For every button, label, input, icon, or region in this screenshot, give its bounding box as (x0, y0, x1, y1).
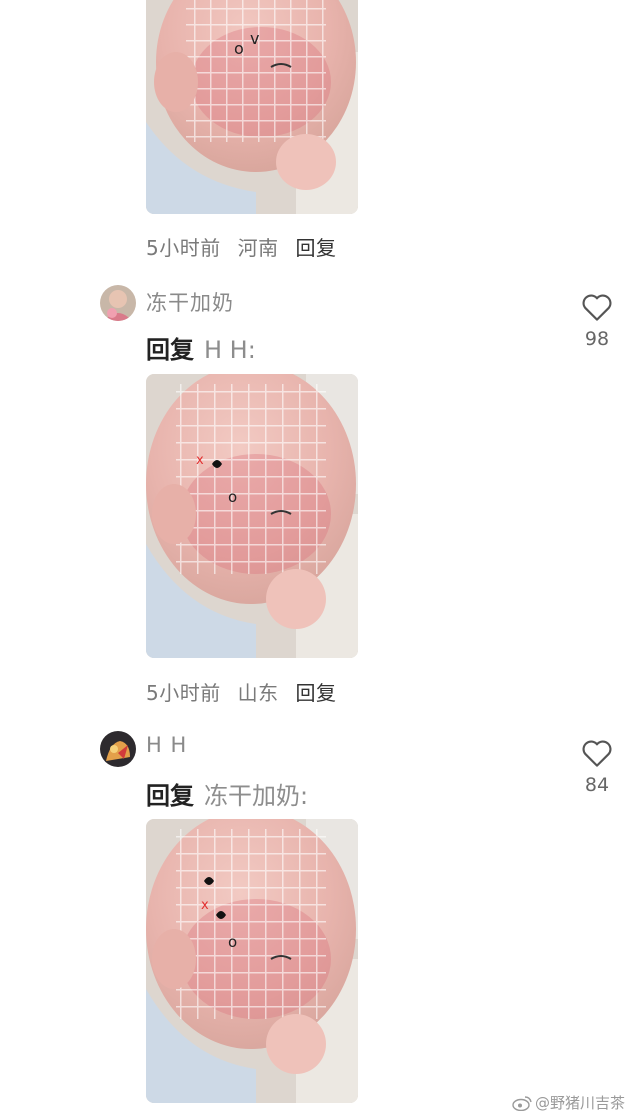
comment-meta: 5小时前 河南 回复 (146, 232, 346, 261)
comment-username[interactable]: H H (146, 733, 187, 757)
reply-target-name[interactable]: H H: (204, 336, 256, 364)
comment-photo[interactable]: o v (146, 0, 358, 214)
heart-icon[interactable] (581, 292, 613, 322)
comment-meta: 5小时前 山东 回复 (146, 677, 346, 706)
like-control[interactable]: 84 (577, 738, 617, 796)
comment-photo[interactable]: x o (146, 374, 358, 658)
avatar[interactable] (100, 285, 136, 321)
like-control[interactable]: 98 (577, 292, 617, 350)
svg-text:o: o (234, 39, 244, 58)
comment-location: 河南 (237, 236, 279, 260)
comment-text: 回复 冻干加奶: (146, 776, 308, 811)
svg-text:x: x (201, 898, 209, 913)
avatar[interactable] (100, 731, 136, 767)
reply-button[interactable]: 回复 (295, 681, 336, 705)
comment-photo[interactable]: x o (146, 819, 358, 1103)
heart-icon[interactable] (581, 738, 613, 768)
watermark-text: @野猪川吉茶 (535, 1094, 626, 1112)
reply-prefix: 回复 (146, 782, 194, 810)
like-count: 84 (584, 774, 610, 796)
watermark: @野猪川吉茶 (512, 1092, 625, 1113)
weibo-logo-icon (512, 1095, 532, 1111)
reply-button[interactable]: 回复 (295, 236, 336, 260)
svg-text:x: x (196, 453, 204, 468)
like-count: 98 (584, 328, 610, 350)
comment-time: 5小时前 (146, 681, 221, 705)
svg-text:v: v (250, 29, 259, 48)
comment-location: 山东 (237, 681, 279, 705)
svg-text:o: o (228, 488, 237, 506)
reply-prefix: 回复 (146, 336, 194, 364)
comment-time: 5小时前 (146, 236, 221, 260)
comment-username[interactable]: 冻干加奶 (146, 287, 234, 317)
reply-target-name[interactable]: 冻干加奶: (204, 782, 308, 810)
comment-text: 回复 H H: (146, 330, 256, 365)
svg-text:o: o (228, 933, 237, 951)
